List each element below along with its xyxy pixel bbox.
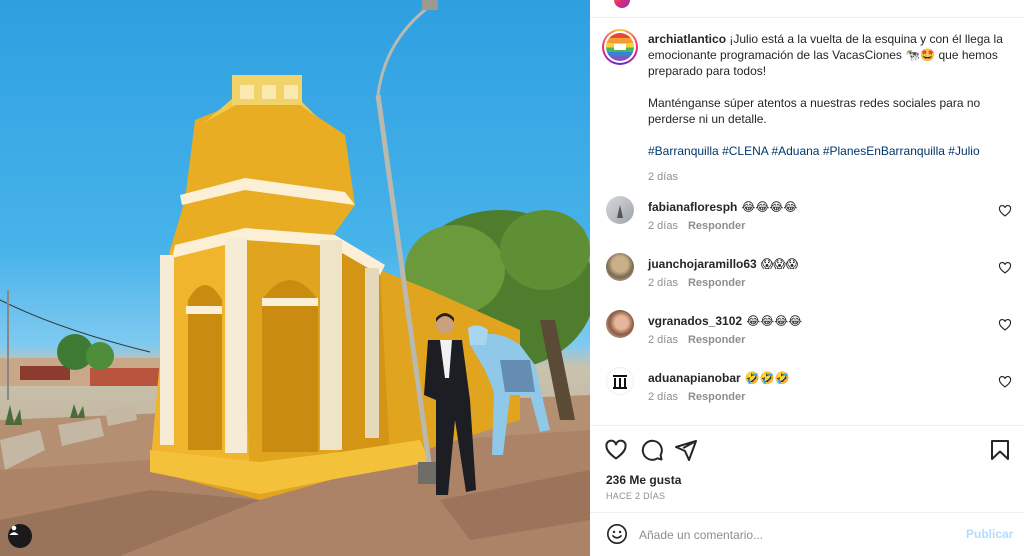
comment-icon[interactable] xyxy=(640,438,664,462)
comment-text: 🤣🤣🤣 xyxy=(744,371,790,385)
reply-button[interactable]: Responder xyxy=(688,391,745,403)
comment-item: vgranados_3102 😂😂😂😂 2 días Responder xyxy=(590,310,1024,358)
commenter-username[interactable]: aduanapianobar xyxy=(648,371,741,385)
hashtag-link[interactable]: #CLENA xyxy=(722,144,768,158)
comment-meta: 2 días Responder xyxy=(648,220,745,232)
caption-text-2: Manténganse súper atentos a nuestras red… xyxy=(648,96,981,126)
columns-logo-icon xyxy=(613,375,627,389)
post-side-panel: archiatlantico ¡Julio está a la vuelta d… xyxy=(590,0,1024,556)
comment-input[interactable] xyxy=(639,525,939,545)
action-bar xyxy=(590,430,1024,466)
hashtag-link[interactable]: #Julio xyxy=(948,144,979,158)
likes-count[interactable]: 236 Me gusta xyxy=(606,473,681,487)
photo-scene xyxy=(0,0,590,556)
commenter-username[interactable]: fabianafloresph xyxy=(648,200,737,214)
comment-heart-icon[interactable] xyxy=(998,375,1012,389)
author-username[interactable]: archiatlantico xyxy=(648,32,726,46)
comment-heart-icon[interactable] xyxy=(998,261,1012,275)
emoji-icon[interactable] xyxy=(606,523,628,545)
comment-item: juanchojaramillo63 😱😱😱 2 días Responder xyxy=(590,253,1024,301)
comment-meta: 2 días Responder xyxy=(648,277,745,289)
hashtag-list: #Barranquilla #CLENA #Aduana #PlanesEnBa… xyxy=(648,143,1010,159)
post-photo[interactable] xyxy=(0,0,590,556)
reply-button[interactable]: Responder xyxy=(688,277,745,289)
commenter-username[interactable]: juanchojaramillo63 xyxy=(648,257,757,271)
rainbow-logo-icon xyxy=(606,33,634,61)
reply-button[interactable]: Responder xyxy=(688,334,745,346)
post-caption: archiatlantico ¡Julio está a la vuelta d… xyxy=(648,31,1010,185)
commenter-username[interactable]: vgranados_3102 xyxy=(648,314,742,328)
divider xyxy=(590,425,1024,426)
commenter-avatar[interactable] xyxy=(606,253,634,281)
comment-time[interactable]: 2 días xyxy=(648,334,678,346)
hashtag-link[interactable]: #Barranquilla xyxy=(648,144,719,158)
commenter-avatar[interactable] xyxy=(606,196,634,224)
comment-body: juanchojaramillo63 😱😱😱 xyxy=(648,256,798,272)
comment-text: 😂😂😂😂 xyxy=(746,314,803,328)
commenter-avatar[interactable] xyxy=(606,367,634,395)
post-header xyxy=(590,0,1024,18)
comment-body: aduanapianobar 🤣🤣🤣 xyxy=(648,370,790,386)
hashtag-link[interactable]: #Aduana xyxy=(771,144,819,158)
comment-time[interactable]: 2 días xyxy=(648,220,678,232)
comment-body: vgranados_3102 😂😂😂😂 xyxy=(648,313,802,329)
post-date[interactable]: HACE 2 DÍAS xyxy=(606,491,665,501)
bookmark-icon[interactable] xyxy=(988,438,1012,462)
author-avatar[interactable] xyxy=(602,29,638,65)
comment-time[interactable]: 2 días xyxy=(648,277,678,289)
comment-heart-icon[interactable] xyxy=(998,204,1012,218)
hashtag-link[interactable]: #PlanesEnBarranquilla xyxy=(823,144,945,158)
commenter-avatar[interactable] xyxy=(606,310,634,338)
comment-text: 😂😂😂😂 xyxy=(741,200,798,214)
heart-icon[interactable] xyxy=(604,438,628,462)
user-tag-icon[interactable] xyxy=(8,524,32,548)
caption-time[interactable]: 2 días xyxy=(648,169,1010,185)
comment-text: 😱😱😱 xyxy=(760,257,799,271)
header-avatar[interactable] xyxy=(614,0,630,8)
comment-heart-icon[interactable] xyxy=(998,318,1012,332)
share-icon[interactable] xyxy=(674,438,698,462)
comment-item: fabianafloresph 😂😂😂😂 2 días Responder xyxy=(590,196,1024,244)
comment-meta: 2 días Responder xyxy=(648,391,745,403)
comment-time[interactable]: 2 días xyxy=(648,391,678,403)
comments-list[interactable]: archiatlantico ¡Julio está a la vuelta d… xyxy=(590,19,1024,425)
publish-button[interactable]: Publicar xyxy=(966,527,1013,541)
comment-item: aduanapianobar 🤣🤣🤣 2 días Responder xyxy=(590,367,1024,415)
comment-body: fabianafloresph 😂😂😂😂 xyxy=(648,199,797,215)
comment-meta: 2 días Responder xyxy=(648,334,745,346)
comment-composer: Publicar xyxy=(590,513,1024,556)
reply-button[interactable]: Responder xyxy=(688,220,745,232)
